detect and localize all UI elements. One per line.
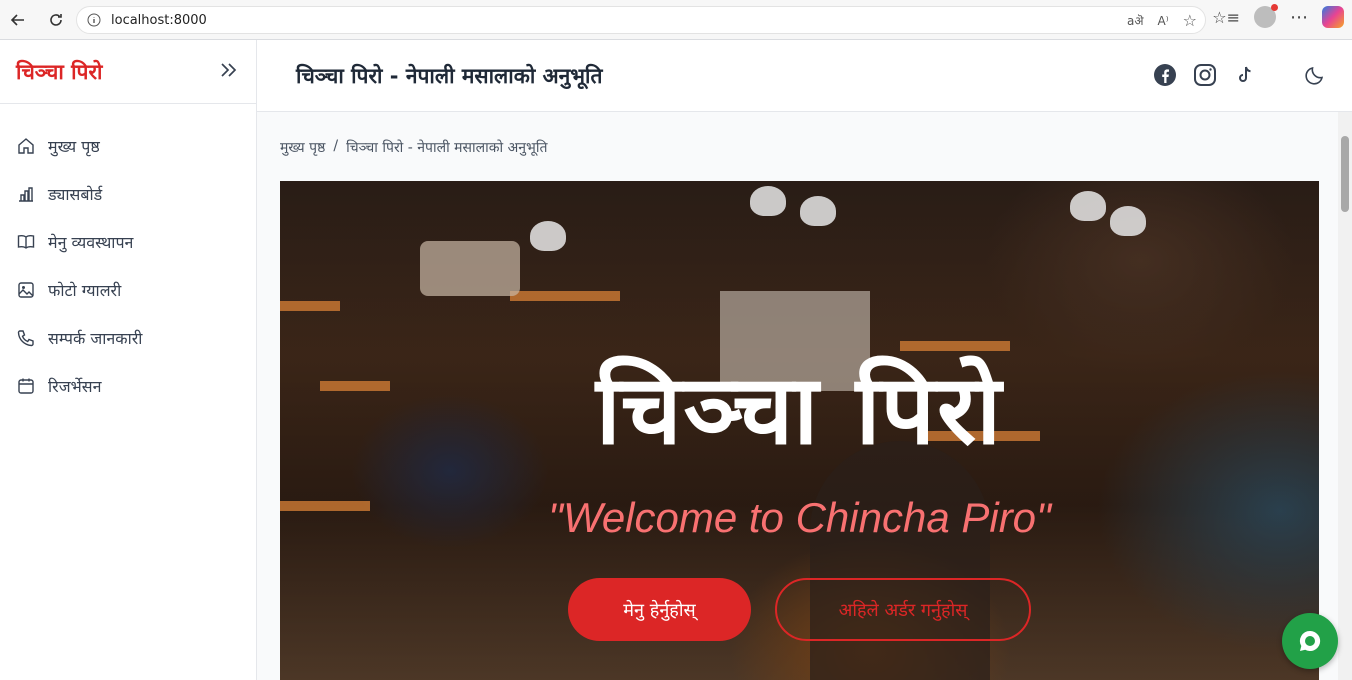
breadcrumb-home[interactable]: मुख्य पृष्ठ — [280, 138, 325, 157]
url-text: localhost:8000 — [111, 12, 207, 28]
address-bar[interactable]: localhost:8000 aऄ A⁾ ☆ — [76, 6, 1206, 34]
sidebar-item-menu-management[interactable]: मेनु व्यवस्थापन — [0, 218, 256, 266]
image-icon — [18, 282, 34, 298]
brand-logo[interactable]: चिञ्चा पिरो — [16, 58, 102, 86]
sidebar-item-home[interactable]: मुख्य पृष्ठ — [0, 122, 256, 170]
main-content: मुख्य पृष्ठ / चिञ्चा पिरो - नेपाली मसाला… — [257, 112, 1338, 680]
sidebar-item-label: मुख्य पृष्ठ — [48, 137, 100, 156]
scrollbar-thumb[interactable] — [1341, 136, 1349, 212]
sidebar-item-contact[interactable]: सम्पर्क जानकारी — [0, 314, 256, 362]
hero-subtitle: "Welcome to Chincha Piro" — [548, 494, 1051, 541]
sidebar-item-dashboard[interactable]: ड्यासबोर्ड — [0, 170, 256, 218]
info-icon[interactable] — [87, 13, 101, 27]
sidebar-item-label: फोटो ग्यालरी — [48, 281, 122, 300]
moon-icon[interactable] — [1302, 62, 1328, 88]
page-title: चिञ्चा पिरो - नेपाली मसालाको अनुभूति — [296, 63, 603, 88]
chat-icon — [1299, 630, 1321, 651]
chat-button[interactable] — [1282, 613, 1338, 669]
breadcrumb-current: चिञ्चा पिरो - नेपाली मसालाको अनुभूति — [346, 140, 548, 156]
hero-title: चिञ्चा पिरो — [595, 354, 1004, 466]
sidebar-item-label: मेनु व्यवस्थापन — [48, 233, 134, 252]
translate-icon[interactable]: aऄ — [1127, 12, 1144, 29]
browser-toolbar: localhost:8000 aऄ A⁾ ☆ ☆≡ ⋯ — [0, 0, 1352, 40]
reload-icon[interactable] — [42, 6, 70, 34]
calendar-icon — [18, 378, 34, 394]
view-menu-button[interactable]: मेनु हेर्नुहोस् — [568, 578, 751, 641]
profile-avatar[interactable] — [1254, 4, 1278, 28]
back-icon[interactable] — [4, 6, 32, 34]
sidebar-item-label: रिजर्भेसन — [48, 377, 102, 396]
tiktok-icon[interactable] — [1232, 62, 1258, 88]
breadcrumb-separator: / — [333, 138, 339, 154]
favorite-star-icon[interactable]: ☆ — [1183, 11, 1197, 30]
read-aloud-icon[interactable]: A⁾ — [1158, 14, 1169, 28]
phone-icon — [17, 330, 34, 347]
book-icon — [17, 235, 35, 249]
home-icon — [18, 138, 34, 154]
copilot-icon[interactable] — [1322, 6, 1344, 28]
scrollbar[interactable] — [1338, 112, 1352, 680]
sidebar-item-label: ड्यासबोर्ड — [48, 185, 103, 204]
sidebar-item-gallery[interactable]: फोटो ग्यालरी — [0, 266, 256, 314]
page-header: चिञ्चा पिरो - नेपाली मसालाको अनुभूति — [257, 40, 1352, 112]
instagram-icon[interactable] — [1192, 62, 1218, 88]
sidebar-item-reservation[interactable]: रिजर्भेसन — [0, 362, 256, 410]
hero-banner: चिञ्चा पिरो "Welcome to Chincha Piro" मे… — [280, 181, 1319, 680]
facebook-icon[interactable] — [1152, 62, 1178, 88]
breadcrumb: मुख्य पृष्ठ / चिञ्चा पिरो - नेपाली मसाला… — [280, 138, 547, 157]
order-now-button[interactable]: अहिले अर्डर गर्नुहोस् — [775, 578, 1031, 641]
chart-icon — [19, 187, 33, 202]
more-icon[interactable]: ⋯ — [1290, 7, 1308, 28]
favorites-icon[interactable]: ☆≡ — [1212, 8, 1240, 27]
sidebar-item-label: सम्पर्क जानकारी — [48, 329, 143, 348]
sidebar: चिञ्चा पिरो मुख्य पृष्ठ ड्यासबोर्ड मेनु … — [0, 40, 257, 680]
collapse-sidebar-icon[interactable] — [218, 60, 238, 84]
